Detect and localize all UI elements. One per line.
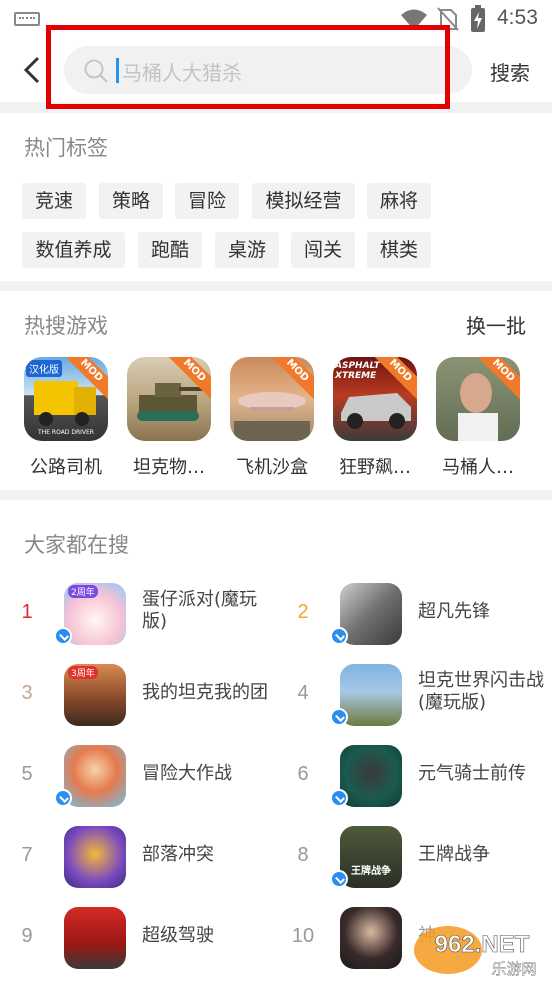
game-name: 飞机沙盒	[236, 457, 308, 478]
download-badge-icon	[330, 627, 348, 645]
download-badge-icon	[54, 789, 72, 807]
tag-item[interactable]: 竞速	[22, 183, 86, 219]
game-name: 冒险大作战	[142, 763, 232, 784]
game-name: 马桶人…	[442, 457, 514, 478]
rank-number: 2	[297, 601, 309, 623]
tag-item[interactable]: 模拟经营	[252, 183, 355, 219]
site-watermark-logo: 962.NET 乐游网	[414, 926, 537, 978]
popular-searches-section: 大家都在搜 1 2周年 蛋仔派对(魔玩版) 2 超凡先锋 3 3周年 我的坦克我…	[0, 500, 552, 983]
rank-number: 3	[21, 682, 33, 704]
popular-item[interactable]: 8 王牌战争 王牌战争	[286, 826, 552, 888]
game-icon: 王牌战争	[340, 826, 402, 888]
game-icon: MOD	[230, 357, 314, 441]
tag-item[interactable]: 桌游	[215, 232, 279, 268]
rank-number: 4	[297, 682, 309, 704]
tag-item[interactable]: 棋类	[367, 232, 431, 268]
game-name: 部落冲突	[142, 844, 214, 865]
game-name: 超级驾驶	[142, 925, 214, 946]
download-badge-icon	[330, 870, 348, 888]
download-badge-icon	[330, 789, 348, 807]
popular-item[interactable]: 6 元气骑士前传	[286, 745, 552, 807]
game-name: 蛋仔派对(魔玩版)	[142, 589, 258, 632]
rank-number: 6	[297, 763, 309, 785]
game-icon	[64, 826, 126, 888]
game-icon: 2周年	[64, 583, 126, 645]
hot-tags-title: 热门标签	[24, 136, 108, 160]
game-name: 元气骑士前传	[418, 763, 526, 784]
rank-number: 8	[297, 844, 309, 866]
anniversary-badge: 3周年	[68, 666, 98, 679]
game-name: 坦克世界闪击战(魔玩版)	[418, 670, 544, 713]
highlight-box	[46, 25, 450, 109]
watermark-sub-text: 乐游网	[491, 960, 536, 978]
rank-number: 9	[21, 925, 33, 947]
hot-games-section: 热搜游戏 换一批 汉化版 THE ROAD DRIVER MOD 公路司机 MO…	[0, 291, 552, 490]
rank-number: 1	[21, 601, 33, 623]
download-badge-icon	[54, 627, 72, 645]
search-button[interactable]: 搜索	[490, 57, 530, 86]
hot-games-title: 热搜游戏	[24, 314, 108, 338]
hot-tags-section: 热门标签 竞速 策略 冒险 模拟经营 麻将 数值养成 跑酷 桌游 闯关 棋类	[0, 113, 552, 281]
game-name: 坦克物…	[133, 457, 205, 478]
rank-number: 5	[21, 763, 33, 785]
game-icon	[340, 583, 402, 645]
rank-number: 10	[291, 925, 315, 947]
game-caption: 王牌战争	[351, 866, 391, 877]
tag-item[interactable]: 策略	[99, 183, 163, 219]
game-icon	[340, 745, 402, 807]
clock: 4:53	[497, 6, 538, 29]
battery-charging-icon	[471, 5, 485, 32]
popular-item[interactable]: 7 部落冲突	[10, 826, 280, 888]
game-icon: MOD	[436, 357, 520, 441]
localized-badge: 汉化版	[26, 360, 62, 377]
keyboard-icon	[14, 12, 40, 26]
popular-item[interactable]: 9 超级驾驶	[10, 907, 280, 969]
rank-number: 7	[21, 844, 33, 866]
popular-item[interactable]: 2 超凡先锋	[286, 583, 552, 645]
anniversary-badge: 2周年	[68, 585, 98, 598]
tag-item[interactable]: 闯关	[291, 232, 355, 268]
popular-item[interactable]: 3 3周年 我的坦克我的团	[10, 664, 280, 726]
refresh-button[interactable]: 换一批	[466, 310, 526, 339]
download-badge-icon	[330, 708, 348, 726]
back-arrow-icon[interactable]	[18, 54, 46, 86]
game-icon: ASPHALT XTREME MOD	[333, 357, 417, 441]
game-icon	[340, 664, 402, 726]
popular-item[interactable]: 4 坦克世界闪击战(魔玩版)	[286, 664, 552, 726]
game-icon	[64, 745, 126, 807]
game-icon: 3周年	[64, 664, 126, 726]
watermark-logo-text: 962.NET	[435, 931, 530, 958]
game-icon: MOD	[127, 357, 211, 441]
game-name: 狂野飙…	[339, 457, 411, 478]
game-name: 公路司机	[30, 457, 102, 478]
game-name: 超凡先锋	[418, 601, 490, 622]
tag-item[interactable]: 跑酷	[138, 232, 202, 268]
tag-item[interactable]: 冒险	[175, 183, 239, 219]
popular-item[interactable]: 1 2周年 蛋仔派对(魔玩版)	[10, 583, 280, 645]
game-icon: 汉化版 THE ROAD DRIVER MOD	[24, 357, 108, 441]
popular-item[interactable]: 5 冒险大作战	[10, 745, 280, 807]
game-name: 王牌战争	[418, 844, 490, 865]
game-icon	[64, 907, 126, 969]
game-name: 我的坦克我的团	[142, 682, 268, 703]
game-icon	[340, 907, 402, 969]
tag-item[interactable]: 麻将	[367, 183, 431, 219]
game-caption: THE ROAD DRIVER	[38, 429, 94, 436]
tag-item[interactable]: 数值养成	[22, 232, 125, 268]
popular-title: 大家都在搜	[24, 533, 129, 557]
